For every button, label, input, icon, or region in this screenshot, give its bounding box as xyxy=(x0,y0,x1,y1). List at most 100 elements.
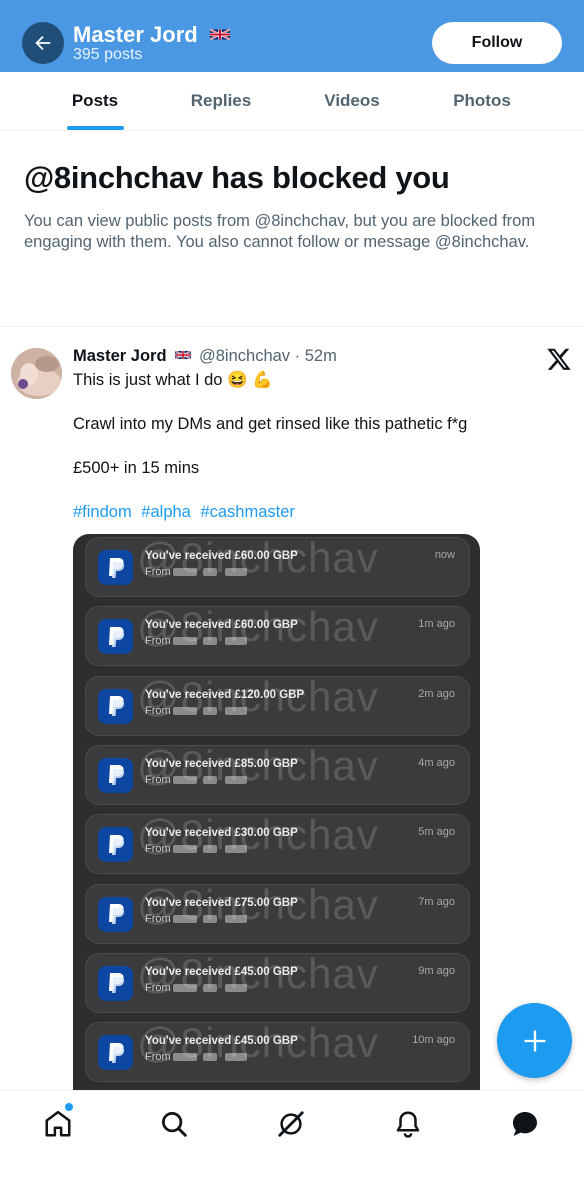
plus-icon xyxy=(524,1030,545,1051)
notification-from-label: From xyxy=(145,843,171,856)
messages-icon xyxy=(513,1112,537,1136)
uk-flag-icon xyxy=(209,28,230,41)
notification-from-label: From xyxy=(145,981,171,994)
redaction xyxy=(172,983,197,992)
notification-from-label: From xyxy=(145,635,171,648)
post-text-line-3: £500+ in 15 mins xyxy=(73,459,200,477)
payment-notification: You've received £75.00 GBP From 7m ago xyxy=(85,883,470,944)
redaction xyxy=(172,1053,197,1062)
redaction xyxy=(224,1053,247,1062)
redaction xyxy=(202,775,217,784)
notification-title: You've received £30.00 GBP xyxy=(145,827,298,840)
nav-home[interactable] xyxy=(41,1107,75,1141)
notification-time: 5m ago xyxy=(418,826,455,839)
back-button[interactable] xyxy=(22,22,64,64)
compose-button[interactable] xyxy=(497,1003,572,1078)
payment-notification: You've received £30.00 GBP From 5m ago xyxy=(85,814,470,875)
notification-from-label: From xyxy=(145,704,171,717)
redaction xyxy=(172,775,197,784)
paypal-icon xyxy=(98,550,133,585)
hashtag-link[interactable]: #alpha xyxy=(141,503,191,521)
notification-time: 9m ago xyxy=(418,964,455,977)
notification-from: From xyxy=(145,843,247,855)
notification-from-label: From xyxy=(145,566,171,578)
payment-notification: You've received £60.00 GBP From 1m ago xyxy=(85,606,470,667)
notification-time: now xyxy=(434,549,455,561)
redaction xyxy=(224,775,247,784)
paypal-icon xyxy=(98,965,133,1001)
notification-title: You've received £75.00 GBP xyxy=(145,896,298,909)
profile-tabs: Posts Replies Videos Photos xyxy=(0,72,584,131)
payment-notification: You've received £45.00 GBP From 9m ago xyxy=(85,952,470,1013)
notification-title: You've received £120.00 GBP xyxy=(145,688,305,701)
nav-search[interactable] xyxy=(157,1107,191,1141)
notification-title: You've received £85.00 GBP xyxy=(145,757,298,770)
notification-from: From xyxy=(145,774,247,786)
post-media-image[interactable]: You've received £60.00 GBP From now You've … xyxy=(73,534,480,1090)
redaction xyxy=(172,845,197,854)
redaction xyxy=(224,914,247,923)
paypal-icon xyxy=(98,896,133,932)
paypal-icon xyxy=(98,1035,133,1071)
hashtag-link[interactable]: #cashmaster xyxy=(200,503,294,521)
notification-time: 2m ago xyxy=(418,687,455,700)
nav-messages[interactable] xyxy=(508,1107,542,1141)
post-text-line-2: Crawl into my DMs and get rinsed like th… xyxy=(73,415,468,433)
redaction xyxy=(224,845,247,854)
profile-name-row: Master Jord xyxy=(73,22,230,48)
grok-icon xyxy=(278,1111,304,1137)
payment-notification: You've received £45.00 GBP From 10m ago xyxy=(85,1022,470,1083)
redaction xyxy=(202,568,217,577)
redaction xyxy=(202,1053,217,1062)
payment-notification: You've received £85.00 GBP From 4m ago xyxy=(85,744,470,805)
notification-title: You've received £45.00 GBP xyxy=(145,1035,298,1048)
blocked-description: You can view public posts from @8inchcha… xyxy=(24,212,536,251)
profile-header: Master Jord 395 posts Follow xyxy=(0,0,584,72)
redaction xyxy=(202,637,217,646)
unread-dot xyxy=(65,1103,73,1111)
redaction xyxy=(202,845,217,854)
tab-posts[interactable]: Posts xyxy=(40,72,150,130)
avatar[interactable] xyxy=(11,348,62,399)
blocked-title: @8inchchav has blocked you xyxy=(24,160,450,195)
redaction xyxy=(224,637,247,646)
notification-title: You've received £60.00 GBP xyxy=(145,619,298,632)
post-hashtags: #findom #alpha #cashmaster xyxy=(73,503,300,522)
bottom-navigation xyxy=(0,1090,584,1201)
avatar-image xyxy=(11,348,62,399)
paypal-icon xyxy=(98,619,133,655)
divider xyxy=(0,326,584,327)
tab-replies[interactable]: Replies xyxy=(166,72,276,130)
redaction xyxy=(202,983,217,992)
redaction xyxy=(224,983,247,992)
tab-videos[interactable]: Videos xyxy=(297,72,407,130)
redaction xyxy=(224,568,247,577)
nav-notifications[interactable] xyxy=(391,1107,425,1141)
post-author-row[interactable]: Master Jord xyxy=(73,347,192,366)
tab-photos[interactable]: Photos xyxy=(427,72,537,130)
notification-from-label: From xyxy=(145,773,171,786)
notification-title: You've received £60.00 GBP xyxy=(145,550,298,562)
hashtag-link[interactable]: #findom xyxy=(73,503,132,521)
redaction xyxy=(172,637,197,646)
notification-from: From xyxy=(145,1051,247,1063)
payment-notification: You've received £120.00 GBP From 2m ago xyxy=(85,675,470,736)
paypal-icon xyxy=(98,757,133,793)
redaction xyxy=(172,568,197,577)
redaction xyxy=(202,914,217,923)
redaction xyxy=(202,706,217,715)
notification-from-label: From xyxy=(145,912,171,925)
notification-title: You've received £45.00 GBP xyxy=(145,965,298,978)
nav-grok[interactable] xyxy=(274,1107,308,1141)
search-icon xyxy=(162,1112,187,1137)
profile-name: Master Jord xyxy=(73,22,198,47)
notification-from: From xyxy=(145,705,247,717)
redaction xyxy=(172,914,197,923)
post-handle-time: @8inchchav · 52m xyxy=(199,347,337,365)
redaction xyxy=(224,706,247,715)
home-icon xyxy=(45,1110,71,1137)
bell-icon xyxy=(396,1111,420,1138)
notification-from: From xyxy=(145,913,247,925)
follow-button[interactable]: Follow xyxy=(432,22,562,64)
notification-from: From xyxy=(145,635,247,647)
